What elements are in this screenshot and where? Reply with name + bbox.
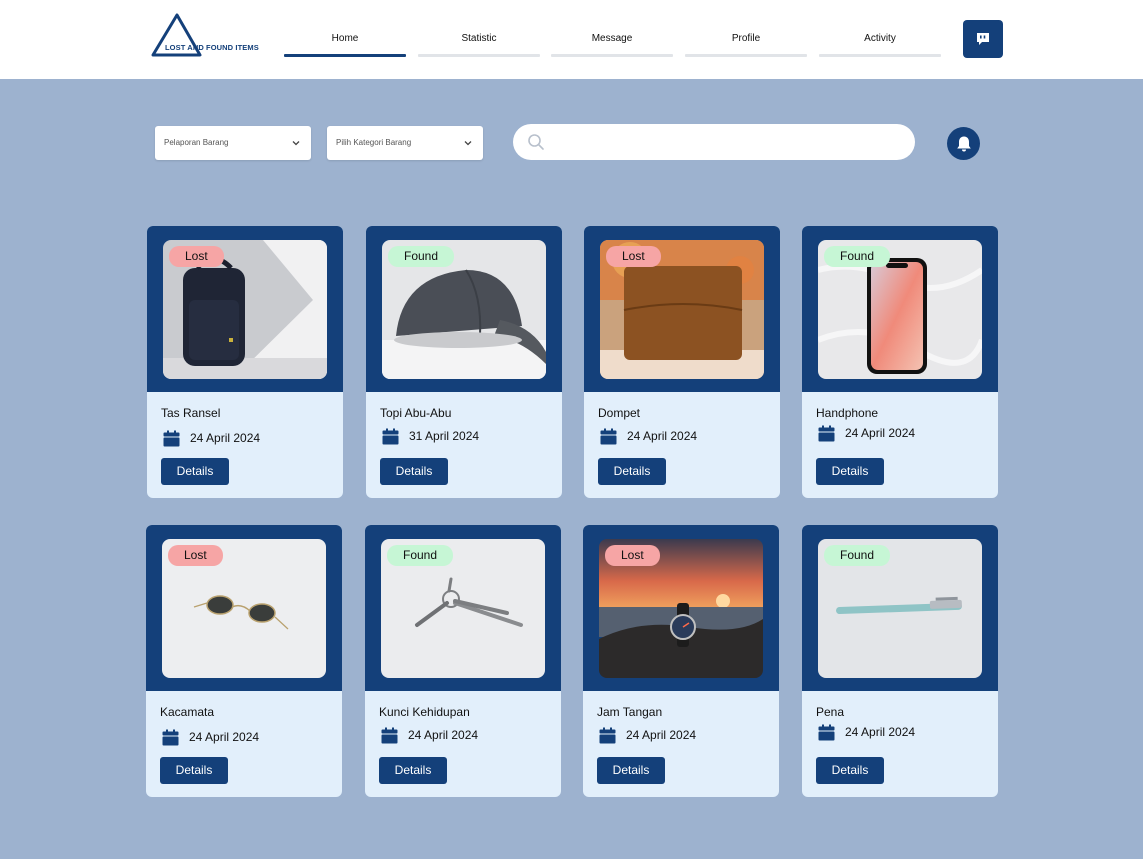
chat-alert-icon: [977, 33, 989, 45]
item-name: Topi Abu-Abu: [380, 406, 452, 420]
nav-statistic[interactable]: Statistic: [418, 0, 540, 79]
nav-underline: [284, 54, 406, 57]
item-date-text: 24 April 2024: [408, 728, 479, 742]
search-bar: [513, 124, 915, 160]
item-card: Lost Tas Ransel 24 April 2024 Details: [147, 226, 343, 498]
item-date-text: 31 April 2024: [409, 429, 480, 443]
item-date-text: 24 April 2024: [845, 426, 916, 440]
status-badge: Found: [824, 246, 891, 267]
chevron-down-icon: [464, 141, 472, 146]
item-name: Pena: [816, 705, 845, 719]
nav-underline: [418, 54, 540, 57]
item-card: Lost Jam Tangan 24 April 2024 Details: [583, 525, 779, 797]
item-date: 24 April 2024: [818, 424, 915, 442]
calendar-icon: [599, 727, 616, 743]
item-date: 31 April 2024: [382, 427, 479, 445]
nav-profile[interactable]: Profile: [685, 0, 807, 79]
status-badge: Lost: [605, 545, 660, 566]
nav-activity[interactable]: Activity: [819, 0, 941, 79]
search-input[interactable]: [553, 130, 903, 154]
details-button[interactable]: Details: [379, 757, 447, 784]
status-badge: Found: [824, 545, 891, 566]
calendar-icon: [818, 425, 835, 441]
calendar-icon: [163, 430, 180, 446]
calendar-icon: [600, 428, 617, 444]
details-button[interactable]: Details: [816, 757, 884, 784]
details-button[interactable]: Details: [816, 458, 884, 485]
item-card: Found Kunci Kehidupan 24 April 2024 Deta…: [365, 525, 561, 797]
report-type-value: Pelaporan Barang: [164, 138, 229, 147]
item-date-text: 24 April 2024: [189, 730, 260, 744]
category-value: Pilih Kategori Barang: [336, 138, 412, 147]
notification-button[interactable]: [947, 127, 980, 160]
item-card: Found Topi Abu-Abu 31 April 2024 Details: [366, 226, 562, 498]
nav-underline: [685, 54, 807, 57]
item-name: Kacamata: [160, 705, 215, 719]
details-button[interactable]: Details: [598, 458, 666, 485]
nav-label: Home: [331, 33, 359, 44]
report-type-select[interactable]: Pelaporan Barang: [155, 126, 311, 160]
search-icon: [528, 134, 544, 150]
nav-label: Profile: [731, 33, 761, 44]
item-date: 24 April 2024: [381, 726, 478, 744]
item-name: Jam Tangan: [597, 705, 663, 719]
chevron-down-icon: [292, 141, 300, 146]
logo[interactable]: LOST AND FOUND ITEMS: [150, 12, 262, 58]
nav-label: Message: [591, 33, 633, 44]
bell-icon: [956, 136, 971, 151]
item-date-text: 24 April 2024: [845, 725, 916, 739]
calendar-icon: [162, 729, 179, 745]
calendar-icon: [381, 727, 398, 743]
item-date: 24 April 2024: [599, 726, 696, 744]
top-bar: LOST AND FOUND ITEMS Home Statistic Mess…: [0, 0, 1143, 79]
status-badge: Found: [388, 246, 455, 267]
item-date: 24 April 2024: [818, 723, 915, 741]
item-card: Found Pena 24 April 2024 Details: [802, 525, 998, 797]
status-badge: Lost: [606, 246, 661, 267]
details-button[interactable]: Details: [597, 757, 665, 784]
status-badge: Lost: [168, 545, 223, 566]
item-name: Handphone: [816, 406, 879, 420]
nav-underline: [819, 54, 941, 57]
details-button[interactable]: Details: [380, 458, 448, 485]
category-select[interactable]: Pilih Kategori Barang: [327, 126, 483, 160]
item-date-text: 24 April 2024: [627, 429, 698, 443]
status-badge: Lost: [169, 246, 224, 267]
logo-text: LOST AND FOUND ITEMS: [165, 43, 259, 52]
item-date: 24 April 2024: [162, 728, 259, 746]
calendar-icon: [818, 724, 835, 740]
nav-home[interactable]: Home: [284, 0, 406, 79]
item-date: 24 April 2024: [600, 427, 697, 445]
item-date-text: 24 April 2024: [190, 431, 261, 445]
calendar-icon: [382, 428, 399, 444]
item-card: Lost Dompet 24 April 2024 Details: [584, 226, 780, 498]
item-date-text: 24 April 2024: [626, 728, 697, 742]
status-badge: Found: [387, 545, 454, 566]
details-button[interactable]: Details: [161, 458, 229, 485]
item-name: Tas Ransel: [161, 406, 221, 420]
chat-button[interactable]: [963, 20, 1003, 58]
item-date: 24 April 2024: [163, 429, 260, 447]
item-name: Kunci Kehidupan: [379, 705, 470, 719]
nav-label: Statistic: [461, 33, 497, 44]
details-button[interactable]: Details: [160, 757, 228, 784]
item-name: Dompet: [598, 406, 641, 420]
item-card: Lost Kacamata 24 April 2024 Details: [146, 525, 342, 797]
nav-label: Activity: [864, 33, 896, 44]
nav-message[interactable]: Message: [551, 0, 673, 79]
nav-underline: [551, 54, 673, 57]
item-card: Found Handphone 24 April 2024 Details: [802, 226, 998, 498]
